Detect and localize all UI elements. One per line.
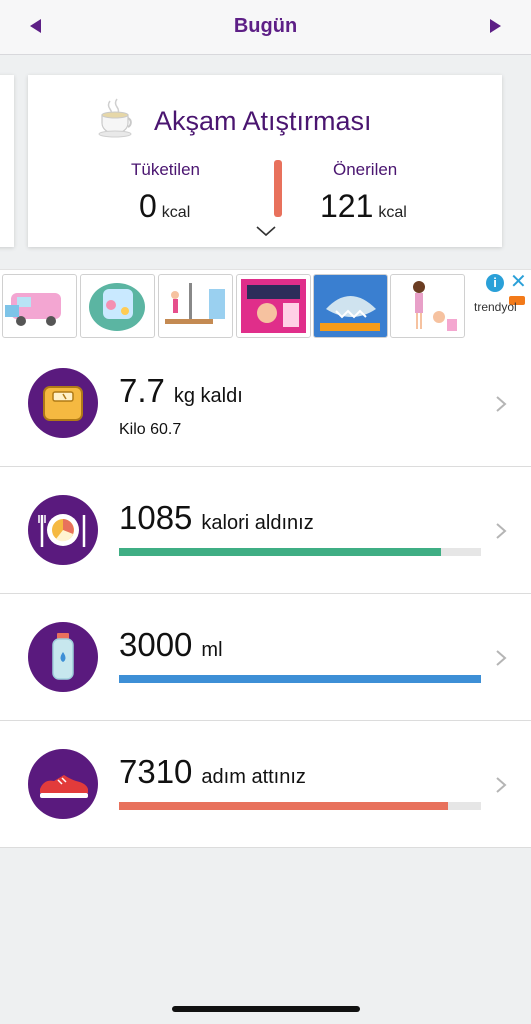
calories-progress-track xyxy=(119,548,481,556)
ad-banner[interactable]: i ✕ trendyol xyxy=(0,269,531,341)
ad-product-thumbnail[interactable] xyxy=(158,274,233,338)
top-nav-bar: Bugün xyxy=(0,0,531,55)
meal-carousel[interactable]: Akşam Atıştırması Tüketilen Önerilen 0 kc… xyxy=(0,55,531,267)
water-row[interactable]: 3000 ml xyxy=(0,594,531,721)
steps-progress-fill xyxy=(119,802,449,810)
ad-brand-label: trendyol xyxy=(474,300,517,314)
steps-row[interactable]: 7310 adım attınız xyxy=(0,721,531,848)
water-unit: ml xyxy=(201,639,223,661)
ad-product-thumbnail[interactable] xyxy=(2,274,77,338)
weight-number: 7.7 xyxy=(119,372,165,409)
weight-row[interactable]: 7.7 kg kaldı Kilo 60.7 xyxy=(0,340,531,467)
ad-info-icon[interactable]: i xyxy=(486,274,504,292)
weight-value: 7.7 kg kaldı xyxy=(119,372,243,410)
calories-progress-fill xyxy=(119,548,442,556)
stats-list: 7.7 kg kaldı Kilo 60.7 1085 kalori aldınız xyxy=(0,340,531,848)
steps-value: 7310 adım attınız xyxy=(119,753,306,791)
previous-meal-card[interactable] xyxy=(0,75,14,247)
recommended-label: Önerilen xyxy=(333,160,398,179)
water-bottle-icon xyxy=(28,622,98,692)
calories-number: 1085 xyxy=(119,499,193,536)
water-progress-track xyxy=(119,675,481,683)
next-day-icon[interactable] xyxy=(490,19,501,33)
water-number: 3000 xyxy=(119,626,193,663)
ad-product-thumbnail[interactable] xyxy=(313,274,388,338)
calories-value: 1085 kalori aldınız xyxy=(119,499,314,537)
ad-product-thumbnail[interactable] xyxy=(390,274,465,338)
ad-product-thumbnail[interactable] xyxy=(236,274,311,338)
chevron-right-icon[interactable] xyxy=(495,522,507,540)
ad-product-thumbnail[interactable] xyxy=(80,274,155,338)
calorie-indicator-bar xyxy=(274,160,282,217)
calories-row[interactable]: 1085 kalori aldınız xyxy=(0,467,531,594)
sneaker-icon xyxy=(28,749,98,819)
scale-icon xyxy=(28,368,98,438)
consumed-label: Tüketilen xyxy=(131,160,200,179)
consumed-unit: kcal xyxy=(161,204,191,221)
ad-close-icon[interactable]: ✕ xyxy=(510,272,527,292)
consumed-value: 0 kcal xyxy=(139,188,190,225)
weight-unit: kg kaldı xyxy=(173,385,243,407)
water-value: 3000 ml xyxy=(119,626,223,664)
recommended-number: 121 xyxy=(320,188,374,224)
steps-number: 7310 xyxy=(119,753,193,790)
chevron-right-icon[interactable] xyxy=(495,395,507,413)
home-indicator[interactable] xyxy=(172,1006,360,1012)
meal-card[interactable]: Akşam Atıştırması Tüketilen Önerilen 0 kc… xyxy=(28,75,502,247)
date-title[interactable]: Bugün xyxy=(0,15,531,38)
calories-unit: kalori aldınız xyxy=(201,512,314,534)
water-progress-fill xyxy=(119,675,481,683)
steps-progress-track xyxy=(119,802,481,810)
chevron-right-icon[interactable] xyxy=(495,776,507,794)
consumed-number: 0 xyxy=(139,188,157,224)
chevron-right-icon[interactable] xyxy=(495,649,507,667)
meal-title: Akşam Atıştırması xyxy=(154,106,372,136)
current-weight-label: Kilo 60.7 xyxy=(119,421,182,438)
tea-cup-icon xyxy=(98,98,132,138)
plate-icon xyxy=(28,495,98,565)
steps-unit: adım attınız xyxy=(201,766,306,788)
chevron-down-icon[interactable] xyxy=(255,225,277,237)
recommended-unit: kcal xyxy=(378,204,407,221)
recommended-value: 121 kcal xyxy=(320,188,407,225)
